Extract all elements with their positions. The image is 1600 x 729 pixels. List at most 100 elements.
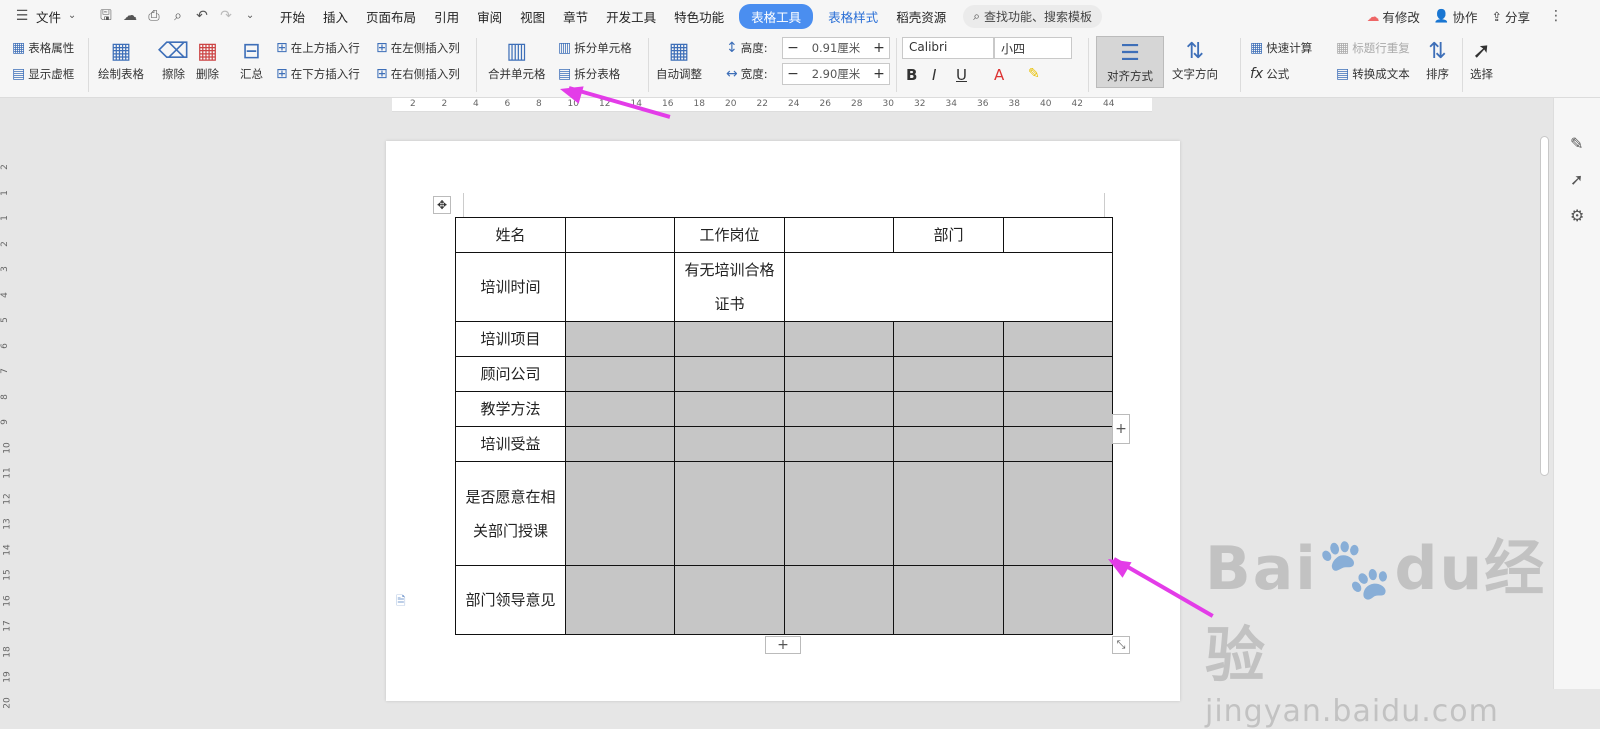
add-row-plus-icon[interactable]: +: [765, 636, 801, 654]
erase-button[interactable]: ⌫ 擦除: [158, 38, 189, 82]
formula-button[interactable]: fx 公式: [1250, 66, 1289, 82]
insert-above-button[interactable]: ⊞ 在上方插入行: [276, 40, 360, 56]
table-cell-merged[interactable]: [784, 252, 1113, 322]
vertical-ruler[interactable]: 2 1 1 2 3 4 5 6 7 8 9 10 11 12 13 14 15 16 17 18 19 20: [0, 112, 14, 708]
italic-icon[interactable]: I: [932, 66, 936, 84]
tab-special[interactable]: 特色功能: [674, 7, 724, 26]
settings-sliders-icon[interactable]: ⚙: [1570, 206, 1584, 225]
height-stepper[interactable]: − 0.91厘米 +: [782, 37, 890, 59]
insert-below-button[interactable]: ⊞ 在下方插入行: [276, 66, 360, 82]
tab-layout[interactable]: 页面布局: [366, 7, 416, 26]
cloud-icon[interactable]: ☁: [122, 8, 138, 24]
table-cell-shaded[interactable]: [674, 356, 785, 392]
tab-review[interactable]: 审阅: [477, 7, 502, 26]
table-cell[interactable]: 姓名: [455, 217, 566, 253]
table-cell-shaded[interactable]: [1003, 391, 1113, 427]
table-cell-shaded[interactable]: [1003, 461, 1113, 566]
resize-table-icon[interactable]: ⤡: [1112, 636, 1130, 654]
file-menu[interactable]: 文件: [36, 7, 61, 26]
tab-chapter[interactable]: 章节: [563, 7, 588, 26]
table-row-label[interactable]: 培训项目: [455, 321, 566, 357]
table-cell-shaded[interactable]: [565, 321, 675, 357]
minus-icon[interactable]: −: [783, 40, 803, 56]
table-cell-shaded[interactable]: [674, 391, 785, 427]
font-color-icon[interactable]: A: [994, 66, 1004, 84]
table-cell-shaded[interactable]: [784, 565, 894, 635]
table-cell-shaded[interactable]: [784, 321, 894, 357]
insert-left-button[interactable]: ⊞ 在左侧插入列: [376, 40, 460, 56]
table-row-label[interactable]: 教学方法: [455, 391, 566, 427]
tab-docer[interactable]: 稻壳资源: [896, 7, 946, 26]
paragraph-icon[interactable]: 🗎: [396, 592, 406, 613]
sort-button[interactable]: ⇅ 排序: [1426, 38, 1449, 82]
minus-icon[interactable]: −: [783, 66, 803, 82]
table-cell[interactable]: [784, 217, 894, 253]
more-icon[interactable]: ⌄: [242, 8, 258, 24]
table-cell-shaded[interactable]: [784, 426, 894, 462]
width-value[interactable]: 2.90厘米: [803, 66, 869, 82]
modified-button[interactable]: ☁ 有修改: [1367, 7, 1420, 26]
align-button[interactable]: ☰ 对齐方式: [1096, 36, 1164, 88]
table-props-button[interactable]: ▦ 表格属性: [12, 40, 74, 56]
split-cells-button[interactable]: ▥ 拆分单元格: [558, 40, 632, 56]
table-cell-shaded[interactable]: [893, 426, 1004, 462]
highlight-icon[interactable]: ✎: [1028, 66, 1040, 82]
table-cell-shaded[interactable]: [674, 321, 785, 357]
summary-button[interactable]: ⊟ 汇总: [240, 38, 263, 82]
tab-view[interactable]: 视图: [520, 7, 545, 26]
add-column-plus-icon[interactable]: +: [1112, 414, 1130, 444]
tab-developer[interactable]: 开发工具: [606, 7, 656, 26]
table-cell[interactable]: [565, 252, 675, 322]
tab-reference[interactable]: 引用: [434, 7, 459, 26]
table-cell-shaded[interactable]: [784, 356, 894, 392]
tab-start[interactable]: 开始: [280, 7, 305, 26]
table-cell[interactable]: 有无培训合格证书: [674, 252, 785, 322]
tab-table-style[interactable]: 表格样式: [828, 7, 878, 26]
table-cell-shaded[interactable]: [1003, 426, 1113, 462]
select-cursor-icon[interactable]: ➚: [1570, 170, 1583, 189]
font-name-select[interactable]: Calibri: [902, 37, 994, 59]
save-icon[interactable]: 🖫: [98, 8, 114, 24]
draw-table-button[interactable]: ▦ 绘制表格: [98, 38, 144, 82]
select-button[interactable]: ➚ 选择: [1470, 38, 1493, 82]
tab-insert[interactable]: 插入: [323, 7, 348, 26]
table-row-label[interactable]: 顾问公司: [455, 356, 566, 392]
table-cell-shaded[interactable]: [893, 565, 1004, 635]
table-cell-shaded[interactable]: [1003, 356, 1113, 392]
table-cell-shaded[interactable]: [674, 426, 785, 462]
table-cell-shaded[interactable]: [565, 461, 675, 566]
table-cell-shaded[interactable]: [893, 321, 1004, 357]
chevron-down-icon[interactable]: ⌄: [64, 8, 80, 24]
plus-icon[interactable]: +: [869, 66, 889, 82]
auto-adjust-button[interactable]: ▦ 自动调整: [656, 38, 702, 82]
underline-icon[interactable]: U: [956, 66, 967, 84]
delete-button[interactable]: ▦ 删除: [196, 38, 219, 82]
print-icon[interactable]: ⎙: [146, 8, 162, 24]
table-cell-shaded[interactable]: [1003, 321, 1113, 357]
more-options-icon[interactable]: ⋮: [1548, 8, 1564, 24]
split-table-button[interactable]: ▤ 拆分表格: [558, 66, 620, 82]
tab-table-tools[interactable]: 表格工具: [739, 3, 814, 29]
to-text-button[interactable]: ▤ 转换成文本: [1336, 66, 1410, 82]
scrollbar-thumb[interactable]: [1540, 136, 1549, 476]
text-direction-button[interactable]: ⇅ 文字方向: [1172, 38, 1218, 82]
table-cell-shaded[interactable]: [1003, 565, 1113, 635]
insert-right-button[interactable]: ⊞ 在右侧插入列: [376, 66, 460, 82]
table-row-label[interactable]: 部门领导意见: [455, 565, 566, 635]
table-cell-shaded[interactable]: [784, 461, 894, 566]
height-value[interactable]: 0.91厘米: [803, 40, 869, 56]
table-cell[interactable]: [565, 217, 675, 253]
table-cell-shaded[interactable]: [565, 565, 675, 635]
table-cell[interactable]: 部门: [893, 217, 1004, 253]
quick-calc-button[interactable]: ▦ 快速计算: [1250, 40, 1312, 56]
table-cell[interactable]: 工作岗位: [674, 217, 785, 253]
search-box[interactable]: ⌕ 查找功能、搜索模板: [963, 4, 1102, 28]
table-cell-shaded[interactable]: [565, 391, 675, 427]
table-cell-shaded[interactable]: [893, 356, 1004, 392]
table-row-label[interactable]: 培训受益: [455, 426, 566, 462]
show-grid-button[interactable]: ▤ 显示虚框: [12, 66, 74, 82]
table-cell-shaded[interactable]: [674, 565, 785, 635]
table-cell-shaded[interactable]: [674, 461, 785, 566]
table-cell-shaded[interactable]: [784, 391, 894, 427]
horizontal-ruler[interactable]: 2 2 4 6 8 10 12 14 16 18 20 22 24 26 28 30 32 34 36 38 40 42 4…: [392, 98, 1152, 112]
